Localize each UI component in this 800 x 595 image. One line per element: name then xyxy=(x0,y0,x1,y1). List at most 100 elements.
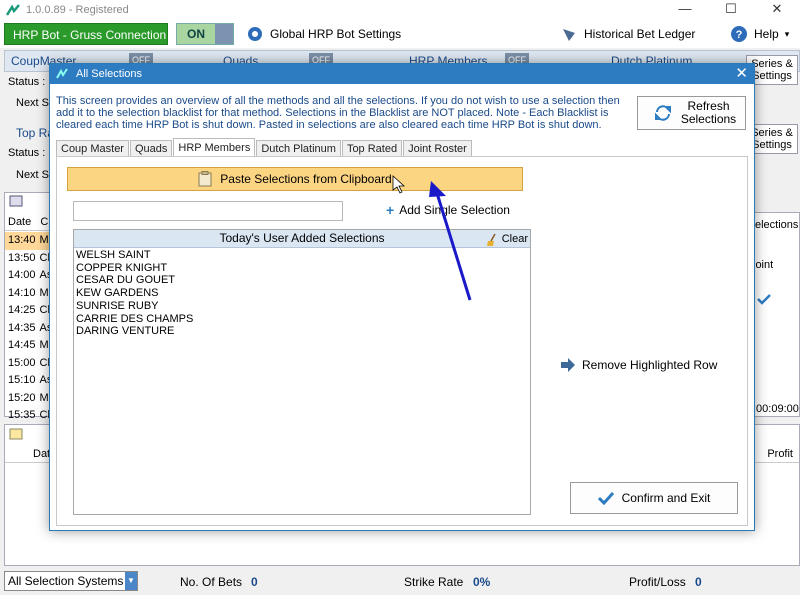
refresh-selections-button[interactable]: Refresh Selections xyxy=(637,96,746,130)
help-icon: ? xyxy=(731,26,747,42)
bg-status-label: Status : xyxy=(8,76,46,88)
tab-dutch-platinum[interactable]: Dutch Platinum xyxy=(256,140,341,157)
ledger-icon xyxy=(563,29,575,41)
selection-row[interactable]: CESAR DU GOUET xyxy=(74,274,530,287)
calendar-icon xyxy=(9,428,23,440)
maximize-button[interactable]: ☐ xyxy=(708,0,754,20)
remove-label: Remove Highlighted Row xyxy=(582,358,718,372)
global-settings-button[interactable]: Global HRP Bot Settings xyxy=(246,24,401,44)
add-single-label: Add Single Selection xyxy=(399,203,510,217)
table-row[interactable]: 15:35Ch xyxy=(5,407,51,425)
clear-button[interactable]: Clear xyxy=(486,231,528,248)
remove-highlighted-row-button[interactable]: Remove Highlighted Row xyxy=(560,358,717,372)
bg-next-label: Next S xyxy=(16,169,50,181)
profit-loss-label: Profit/Loss xyxy=(629,575,686,589)
broom-icon xyxy=(486,233,496,246)
dialog-close-button[interactable]: ✕ xyxy=(735,65,748,82)
table-row[interactable]: 14:45Mu xyxy=(5,337,51,355)
race-time: 14:00 xyxy=(8,269,36,281)
tab-hrp-members[interactable]: HRP Members xyxy=(173,138,256,157)
system-select-value: All Selection Systems xyxy=(8,574,124,588)
tab-quads[interactable]: Quads xyxy=(129,140,173,157)
minimize-button[interactable]: — xyxy=(662,0,708,20)
bg-profit-header: Profit xyxy=(767,448,793,460)
table-row[interactable]: 13:40Mu xyxy=(5,232,51,250)
table-row[interactable]: 13:50Ch xyxy=(5,250,51,268)
race-time: 14:45 xyxy=(8,339,36,351)
strike-rate-value: 0% xyxy=(473,575,491,589)
race-time: 15:10 xyxy=(8,374,36,386)
selection-row[interactable]: DARING VENTURE xyxy=(74,325,530,338)
race-time: 13:40 xyxy=(8,234,36,246)
bg-joint-label: loint xyxy=(753,259,774,271)
system-select[interactable]: All Selection Systems ▼ xyxy=(4,571,138,591)
selection-row[interactable]: CARRIE DES CHAMPS xyxy=(74,313,530,326)
refresh-icon xyxy=(655,105,671,121)
svg-text:?: ? xyxy=(736,29,743,41)
bg-selections-label: elections xyxy=(755,219,799,231)
bg-table-rows: 13:40Mu13:50Ch14:00As14:10Mu14:25Ch14:35… xyxy=(5,232,51,425)
window-title: 1.0.0.89 - Registered xyxy=(26,4,129,16)
table-row[interactable]: 15:10As xyxy=(5,372,51,390)
arrow-right-icon xyxy=(561,358,575,372)
confirm-exit-button[interactable]: Confirm and Exit xyxy=(570,482,738,514)
bg-status-label: Status : xyxy=(8,147,46,159)
chevron-down-icon[interactable]: ▼ xyxy=(125,572,137,590)
table-row[interactable]: 14:00As xyxy=(5,267,51,285)
dialog-titlebar: All Selections ✕ xyxy=(50,64,754,84)
bottom-status-bar: All Selection Systems ▼ No. Of Bets 0 St… xyxy=(0,569,800,593)
selection-row[interactable]: WELSH SAINT xyxy=(74,249,530,262)
tab-coup-master[interactable]: Coup Master xyxy=(56,140,129,157)
help-label: Help xyxy=(754,27,779,41)
table-row[interactable]: 14:35As xyxy=(5,320,51,338)
bg-c-header: C xyxy=(40,216,49,228)
calendar-icon xyxy=(9,195,23,207)
race-time: 15:00 xyxy=(8,356,36,369)
window-controls: — ☐ ✕ xyxy=(662,0,800,20)
table-row[interactable]: 14:25Ch xyxy=(5,302,51,320)
app-logo-icon xyxy=(6,4,20,16)
selection-row[interactable]: COPPER KNIGHT xyxy=(74,262,530,275)
tab-top-rated[interactable]: Top Rated xyxy=(341,140,403,157)
table-row[interactable]: 15:00Ch xyxy=(5,355,51,373)
race-time: 14:35 xyxy=(8,321,36,334)
help-button[interactable]: ? Help ▾ xyxy=(730,24,789,44)
race-time: 14:25 xyxy=(8,304,36,316)
plus-icon: + xyxy=(386,202,395,218)
single-selection-input[interactable] xyxy=(73,201,343,221)
historical-ledger-button[interactable]: Historical Bet Ledger xyxy=(560,24,695,44)
table-row[interactable]: 14:10Mu xyxy=(5,285,51,303)
race-time: 15:20 xyxy=(8,391,36,404)
race-time: 15:35 xyxy=(8,409,36,421)
connection-toggle[interactable]: ON xyxy=(176,23,234,45)
paste-selections-button[interactable]: Paste Selections from Clipboard xyxy=(67,167,523,191)
bg-next-label: Next S xyxy=(16,97,50,109)
bets-value: 0 xyxy=(251,575,258,589)
add-single-selection-button[interactable]: + Add Single Selection xyxy=(386,203,510,217)
global-settings-label: Global HRP Bot Settings xyxy=(270,27,402,41)
bg-right-strip: elections loint :00:09:00 xyxy=(752,212,800,417)
ledger-label: Historical Bet Ledger xyxy=(584,27,696,41)
help-dropdown-arrow[interactable]: ▾ xyxy=(785,29,790,40)
strike-rate-label: Strike Rate xyxy=(404,575,464,589)
app-logo-icon xyxy=(56,68,68,79)
bg-table-header: Date C xyxy=(5,213,51,231)
connection-label: HRP Bot - Gruss Connection xyxy=(4,23,168,45)
confirm-label: Confirm and Exit xyxy=(621,491,711,505)
close-window-button[interactable]: ✕ xyxy=(754,0,800,20)
profit-loss-value: 0 xyxy=(695,575,702,589)
dialog-description: This screen provides an overview of all … xyxy=(56,95,620,131)
checkmark-icon xyxy=(757,294,771,305)
window-titlebar: 1.0.0.89 - Registered — ☐ ✕ xyxy=(0,0,800,20)
tab-joint-roster[interactable]: Joint Roster xyxy=(403,140,472,157)
selection-row[interactable]: SUNRISE RUBY xyxy=(74,300,530,313)
paste-label: Paste Selections from Clipboard xyxy=(220,172,392,186)
gear-icon xyxy=(248,27,262,41)
bg-date-header: Date xyxy=(8,216,32,228)
race-time: 13:50 xyxy=(8,251,36,264)
clear-label: Clear xyxy=(501,233,528,245)
toggle-knob[interactable] xyxy=(215,24,233,44)
toggle-state: ON xyxy=(187,27,205,41)
table-row[interactable]: 15:20Mu xyxy=(5,390,51,408)
selection-row[interactable]: KEW GARDENS xyxy=(74,287,530,300)
